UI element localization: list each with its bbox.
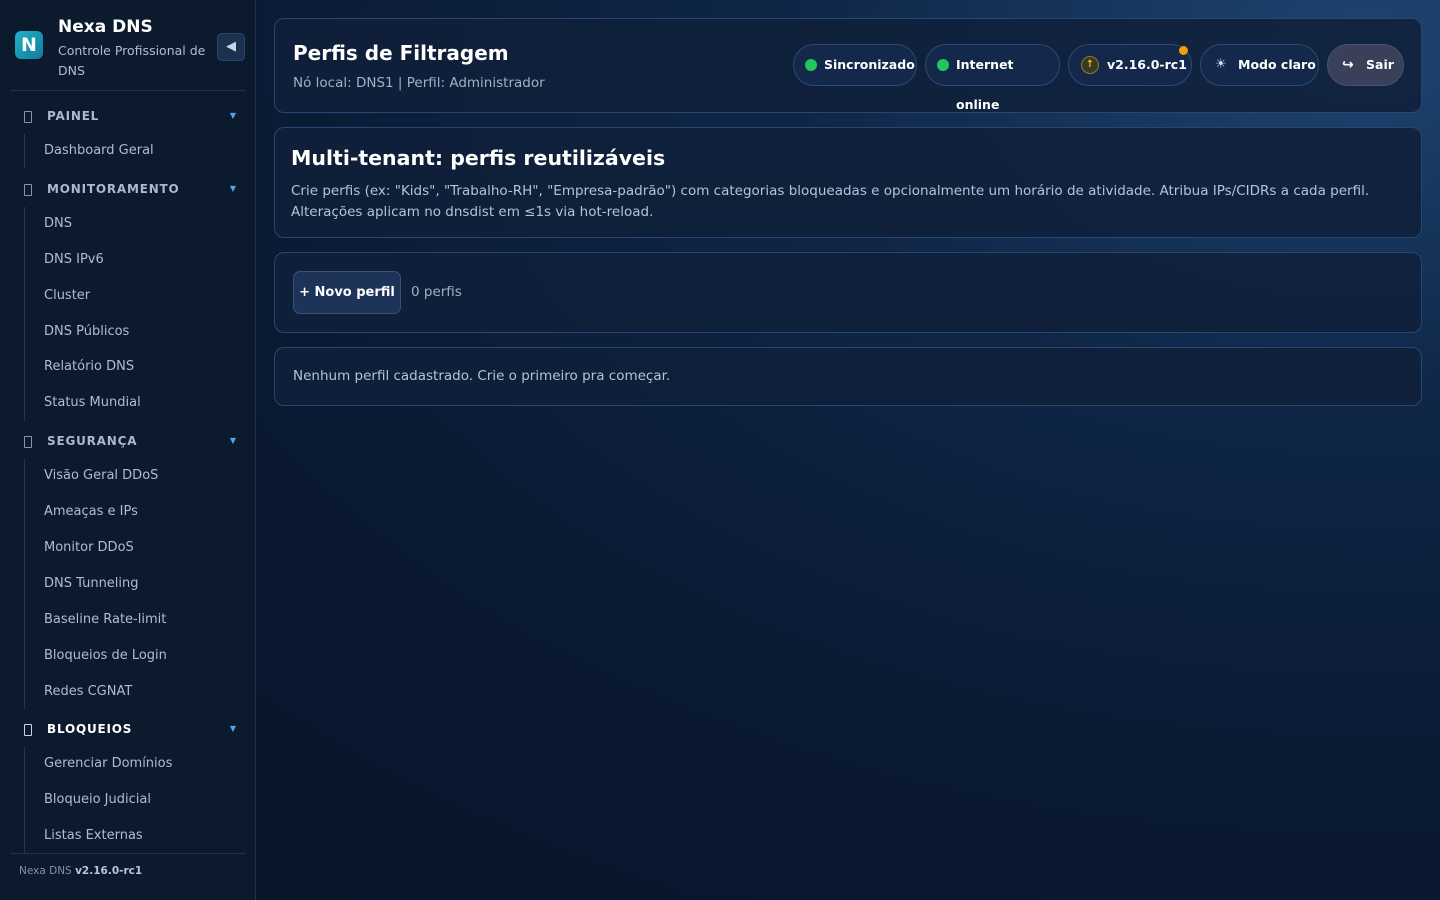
sync-status-label: Sincronizado (824, 57, 915, 72)
chevron-down-icon: ▼ (229, 111, 236, 120)
nav-group-line (24, 747, 25, 853)
info-description: Crie perfis (ex: "Kids", "Trabalho-RH", … (291, 183, 1370, 220)
internet-status-badge: Internet online (925, 44, 1060, 112)
nav-section-label: BLOQUEIOS (47, 722, 133, 736)
page-subtitle: Nó local: DNS1 | Perfil: Administrador (293, 75, 545, 91)
sidebar-item-status-mundial[interactable]: Status Mundial (44, 395, 141, 410)
sidebar-item-monitor-ddos[interactable]: Monitor DDoS (44, 540, 134, 555)
section-icon (24, 724, 32, 736)
theme-toggle-label: Modo claro (1238, 57, 1316, 72)
sidebar-item-gerenciar-dominios[interactable]: Gerenciar Domínios (44, 756, 172, 771)
info-title: Multi-tenant: perfis reutilizáveis (291, 146, 666, 170)
sync-status-badge: Sincronizado (793, 44, 917, 86)
actions-bar: + Novo perfil 0 perfis (274, 252, 1422, 333)
page-header: Perfis de Filtragem Nó local: DNS1 | Per… (274, 18, 1422, 113)
divider (10, 853, 246, 854)
section-icon (24, 436, 32, 448)
section-icon (24, 184, 32, 196)
sidebar-item-bloqueios-login[interactable]: Bloqueios de Login (44, 648, 167, 663)
divider (10, 90, 246, 91)
footer-app-name: Nexa DNS (19, 865, 72, 877)
nav-section-seguranca[interactable]: SEGURANÇA ▼ (20, 433, 242, 451)
new-profile-button[interactable]: + Novo perfil (293, 271, 401, 314)
version-update-button[interactable]: ↑ v2.16.0-rc1 (1068, 44, 1192, 86)
nav-section-label: SEGURANÇA (47, 434, 138, 448)
chevron-down-icon: ▼ (229, 436, 236, 445)
sun-icon: ☀ (1215, 57, 1227, 72)
nav-section-label: MONITORAMENTO (47, 182, 180, 196)
profile-count: 0 perfis (411, 284, 462, 300)
sidebar-item-baseline-rate-limit[interactable]: Baseline Rate-limit (44, 612, 166, 627)
sidebar-item-dns-tunneling[interactable]: DNS Tunneling (44, 576, 139, 591)
section-icon (24, 111, 32, 123)
nav-section-monitoramento[interactable]: MONITORAMENTO ▼ (20, 181, 242, 199)
sidebar-item-cluster[interactable]: Cluster (44, 288, 90, 303)
chevron-down-icon: ▼ (229, 184, 236, 193)
sidebar-item-relatorio-dns[interactable]: Relatório DNS (44, 359, 134, 374)
brand-name: Nexa DNS (58, 17, 153, 37)
update-arrow-icon: ↑ (1081, 56, 1099, 74)
logout-button[interactable]: ↪ Sair (1327, 44, 1404, 86)
empty-state-message: Nenhum perfil cadastrado. Crie o primeir… (293, 368, 671, 384)
theme-toggle-button[interactable]: ☀ Modo claro (1200, 44, 1319, 86)
logout-label: Sair (1366, 57, 1394, 72)
nav-section-painel[interactable]: PAINEL ▼ (20, 108, 242, 126)
status-dot-icon (805, 59, 817, 71)
footer-version: v2.16.0-rc1 (75, 865, 143, 877)
sidebar-item-bloqueio-judicial[interactable]: Bloqueio Judicial (44, 792, 151, 807)
sidebar-item-visao-geral-ddos[interactable]: Visão Geral DDoS (44, 468, 158, 483)
empty-state: Nenhum perfil cadastrado. Crie o primeir… (274, 347, 1422, 406)
nav-section-label: PAINEL (47, 109, 100, 123)
version-label: v2.16.0-rc1 (1107, 57, 1187, 72)
update-available-dot (1179, 46, 1188, 55)
sidebar-item-dns-publicos[interactable]: DNS Públicos (44, 324, 129, 339)
status-dot-icon (937, 59, 949, 71)
internet-status-label: Internet online (956, 57, 1014, 112)
sidebar-item-listas-externas[interactable]: Listas Externas (44, 828, 143, 843)
brand-logo: N (15, 31, 43, 59)
sidebar-item-dashboard-geral[interactable]: Dashboard Geral (44, 143, 154, 158)
sidebar-item-redes-cgnat[interactable]: Redes CGNAT (44, 684, 132, 699)
nav-group-line (24, 134, 25, 168)
brand-subtitle: Controle Profissional de DNS (58, 43, 206, 78)
sidebar-collapse-button[interactable]: ◀ (217, 33, 245, 61)
nav-group-line (24, 207, 25, 421)
page-title: Perfis de Filtragem (293, 41, 509, 65)
sidebar-item-dns[interactable]: DNS (44, 216, 72, 231)
sidebar-item-dns-ipv6[interactable]: DNS IPv6 (44, 252, 104, 267)
chevron-down-icon: ▼ (229, 724, 236, 733)
info-card: Multi-tenant: perfis reutilizáveis Crie … (274, 127, 1422, 238)
brand: N Nexa DNS Controle Profissional de DNS … (14, 16, 246, 82)
nav-group-line (24, 459, 25, 709)
sidebar: N Nexa DNS Controle Profissional de DNS … (0, 0, 256, 900)
sidebar-item-ameacas-ips[interactable]: Ameaças e IPs (44, 504, 138, 519)
nav-section-bloqueios[interactable]: BLOQUEIOS ▼ (20, 721, 242, 739)
sidebar-footer: Nexa DNS v2.16.0-rc1 (19, 865, 142, 877)
logout-icon: ↪ (1342, 57, 1354, 73)
